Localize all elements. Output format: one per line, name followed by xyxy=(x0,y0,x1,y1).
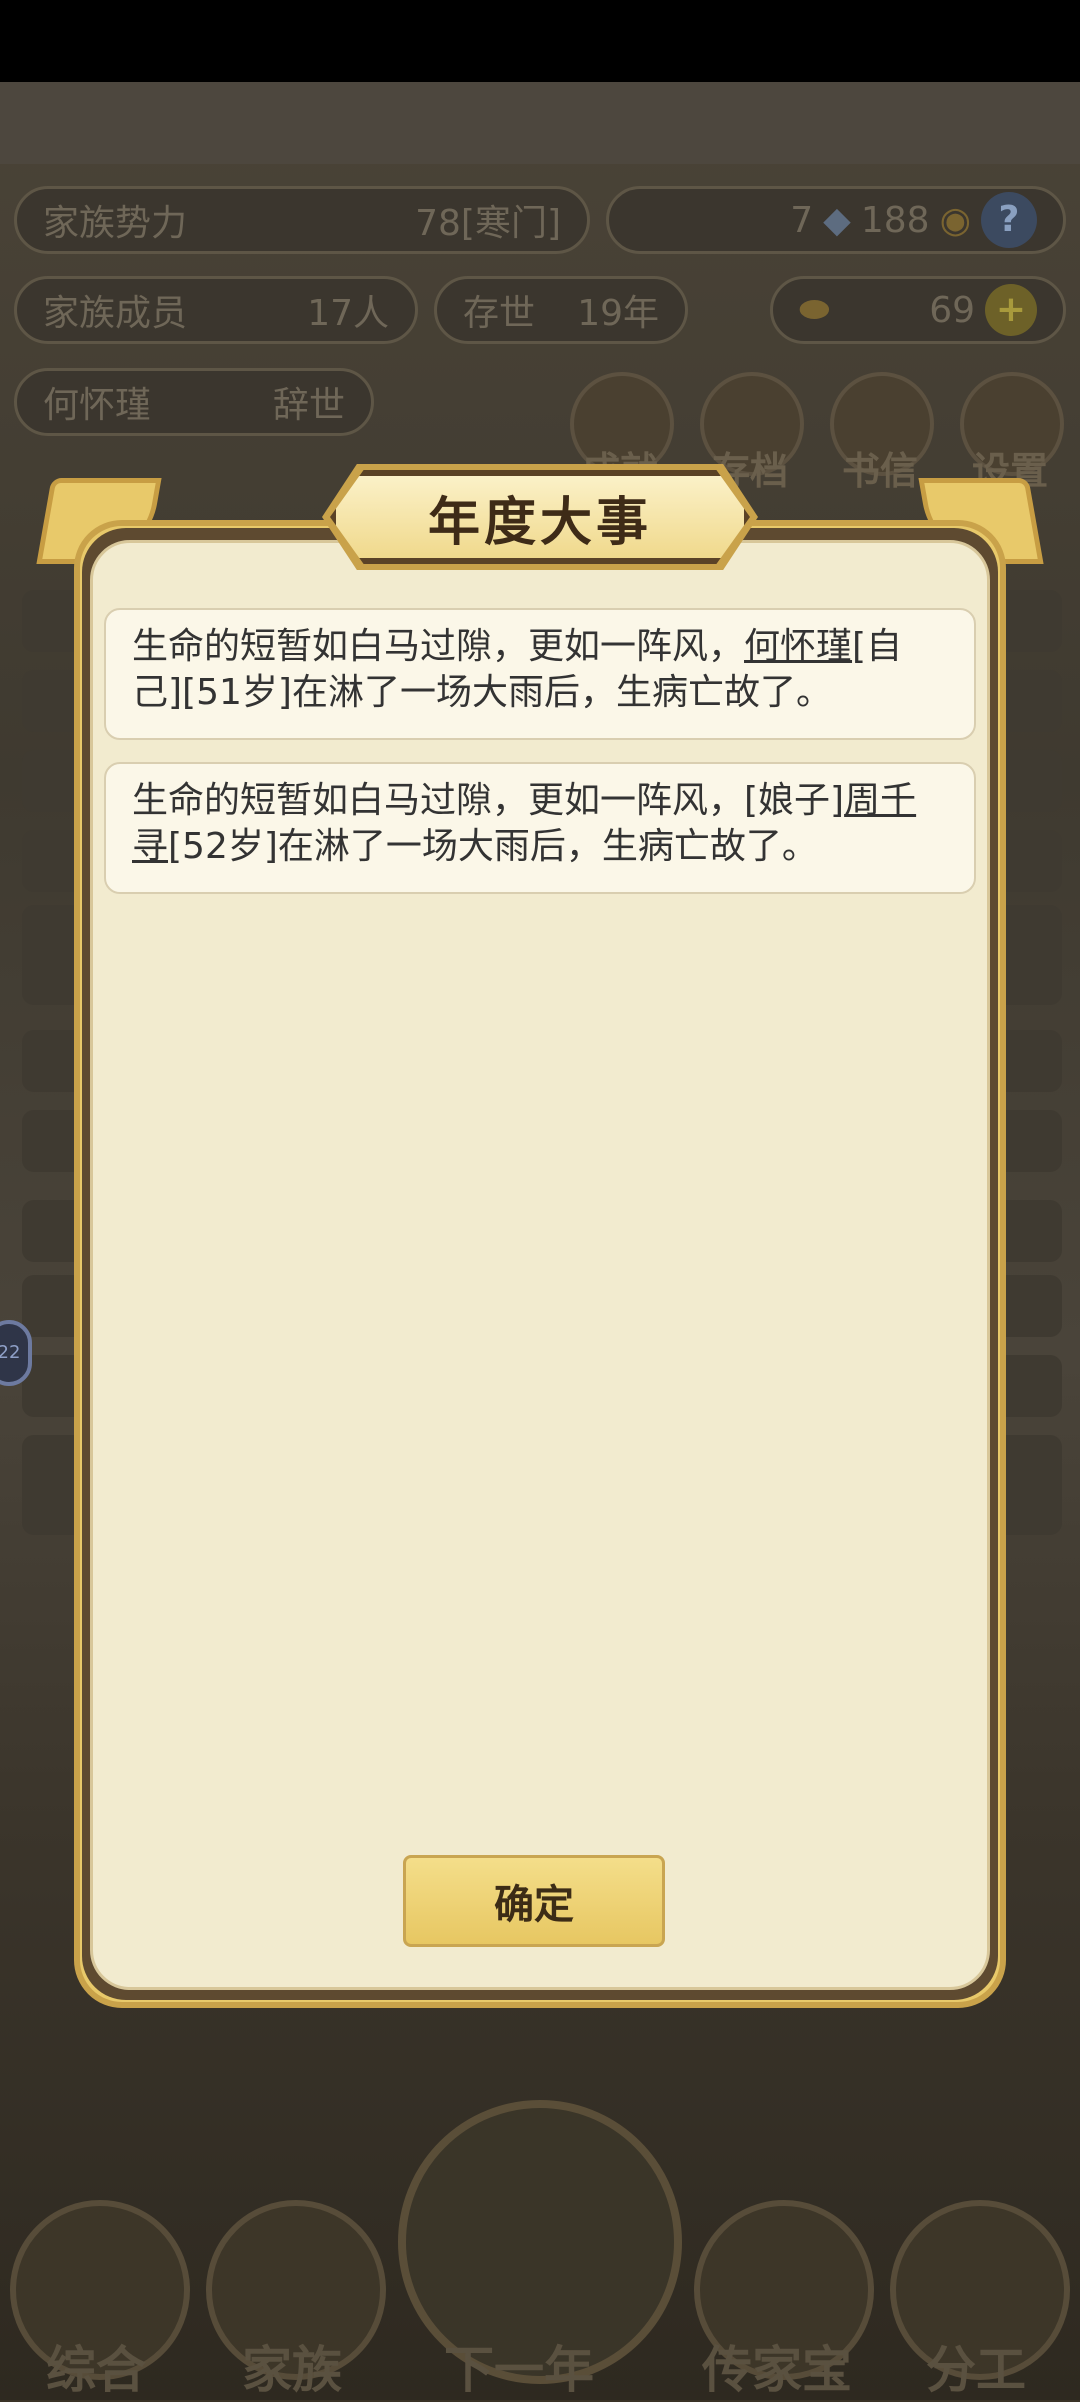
help-question-icon[interactable]: ? xyxy=(981,192,1037,248)
status-bar xyxy=(0,0,1080,82)
nav-next-year-label: 下一年 xyxy=(444,2341,594,2399)
existence-pill: 存世 19年 xyxy=(434,276,688,344)
top-band xyxy=(0,82,1080,164)
gem-count: 7 xyxy=(790,199,814,241)
event-text-pre: 生命的短暂如白马过隙，更如一阵风，[娘子] xyxy=(132,780,845,821)
person-pill[interactable]: 何怀瑾 辞世 xyxy=(14,368,374,436)
coin-icon: ◉ xyxy=(939,199,971,241)
coin-count: 188 xyxy=(860,199,930,241)
side-badge[interactable]: 22 xyxy=(0,1320,32,1386)
members-value: 17人 xyxy=(307,293,389,334)
nav-heirloom-label: 传家宝 xyxy=(702,2341,852,2399)
confirm-label: 确定 xyxy=(494,1882,574,1928)
event-card: 生命的短暂如白马过隙，更如一阵风，何怀瑾[自己][51岁]在淋了一场大雨后，生病… xyxy=(104,608,976,740)
person-status: 辞世 xyxy=(272,385,345,426)
confirm-button[interactable]: 确定 xyxy=(403,1855,665,1947)
currency-pill[interactable]: 7 ◆ 188 ◉ ? xyxy=(606,186,1066,254)
dialog-title: 年度大事 xyxy=(427,492,652,553)
event-text-pre: 生命的短暂如白马过隙，更如一阵风， xyxy=(132,626,745,667)
person-name: 何怀瑾 xyxy=(43,385,152,426)
gem-icon: ◆ xyxy=(823,199,851,241)
nav-family-label: 家族 xyxy=(242,2341,342,2399)
gold-ingot-icon: ⬬ xyxy=(799,289,830,330)
nav-overview-label: 综合 xyxy=(46,2341,146,2399)
event-card: 生命的短暂如白马过隙，更如一阵风，[娘子]周千寻[52岁]在淋了一场大雨后，生病… xyxy=(104,762,976,894)
event-text-post: [52岁]在淋了一场大雨后，生病亡故了。 xyxy=(168,826,818,867)
gold-value: 69 xyxy=(929,289,975,331)
family-power-pill[interactable]: 家族势力 78[寒门] xyxy=(14,186,590,254)
gold-pill[interactable]: ⬬ 69 + xyxy=(770,276,1066,344)
members-pill[interactable]: 家族成员 17人 xyxy=(14,276,418,344)
members-label: 家族成员 xyxy=(43,293,188,334)
dialog-title-plaque: 年度大事 xyxy=(330,470,750,564)
letter-label: 书信 xyxy=(842,449,919,493)
event-person-link[interactable]: 何怀瑾 xyxy=(744,626,852,667)
nav-division-label: 分工 xyxy=(926,2341,1026,2399)
annual-events-dialog xyxy=(90,540,990,1990)
family-power-label: 家族势力 xyxy=(43,203,188,244)
existence-value: 19年 xyxy=(577,293,659,334)
existence-label: 存世 xyxy=(463,293,536,334)
family-power-value: 78[寒门] xyxy=(415,203,561,244)
add-gold-icon[interactable]: + xyxy=(985,284,1037,336)
